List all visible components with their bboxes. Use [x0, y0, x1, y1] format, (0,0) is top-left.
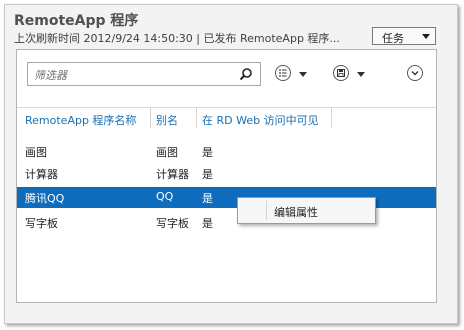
list-options-icon[interactable]	[275, 65, 291, 81]
save-icon[interactable]	[333, 65, 349, 81]
context-menu: 编辑属性	[237, 197, 376, 224]
visible-cell: 是	[202, 217, 213, 230]
last-refresh-status: 上次刷新时间 2012/9/24 14:50:30 | 已发布 RemoteAp…	[14, 32, 340, 45]
program-name-cell: 计算器	[25, 168, 58, 181]
chevron-down-icon[interactable]	[357, 72, 365, 77]
tasks-label: 任务	[382, 32, 404, 45]
alias-cell: 画图	[156, 146, 178, 159]
alias-cell: 写字板	[156, 217, 189, 230]
programs-panel: 筛选器 RemoteApp 程序名称 别名 在 RD Web 访问中可见 画图 …	[16, 49, 437, 303]
column-divider[interactable]	[331, 108, 332, 128]
alias-cell: 计算器	[156, 168, 189, 181]
chevron-down-icon[interactable]	[299, 72, 307, 77]
edit-properties-menu-item[interactable]: 编辑属性	[274, 204, 318, 220]
program-name-cell: 腾讯QQ	[25, 192, 65, 205]
alias-cell: QQ	[156, 190, 174, 203]
divider	[17, 107, 436, 108]
expand-icon[interactable]	[407, 65, 423, 81]
column-divider[interactable]	[196, 108, 197, 128]
search-icon[interactable]	[239, 67, 253, 81]
program-name-cell: 画图	[25, 146, 47, 159]
menu-icon-gutter	[266, 201, 267, 220]
program-name-cell: 写字板	[25, 217, 58, 230]
filter-input[interactable]: 筛选器	[27, 62, 261, 86]
tasks-dropdown-button[interactable]: 任务	[372, 27, 436, 45]
column-header-alias[interactable]: 别名	[156, 112, 178, 128]
visible-cell: 是	[202, 168, 213, 181]
column-divider[interactable]	[150, 108, 151, 128]
filter-placeholder: 筛选器	[34, 69, 67, 82]
table-row[interactable]: 画图 画图 是	[17, 141, 436, 162]
column-header-program-name[interactable]: RemoteApp 程序名称	[25, 112, 136, 128]
column-header-rd-web-visible[interactable]: 在 RD Web 访问中可见	[202, 112, 319, 128]
chevron-down-icon	[422, 34, 430, 39]
page-title: RemoteApp 程序	[14, 13, 139, 29]
visible-cell: 是	[202, 146, 213, 159]
visible-cell: 是	[202, 192, 213, 205]
table-row[interactable]: 计算器 计算器 是	[17, 163, 436, 184]
